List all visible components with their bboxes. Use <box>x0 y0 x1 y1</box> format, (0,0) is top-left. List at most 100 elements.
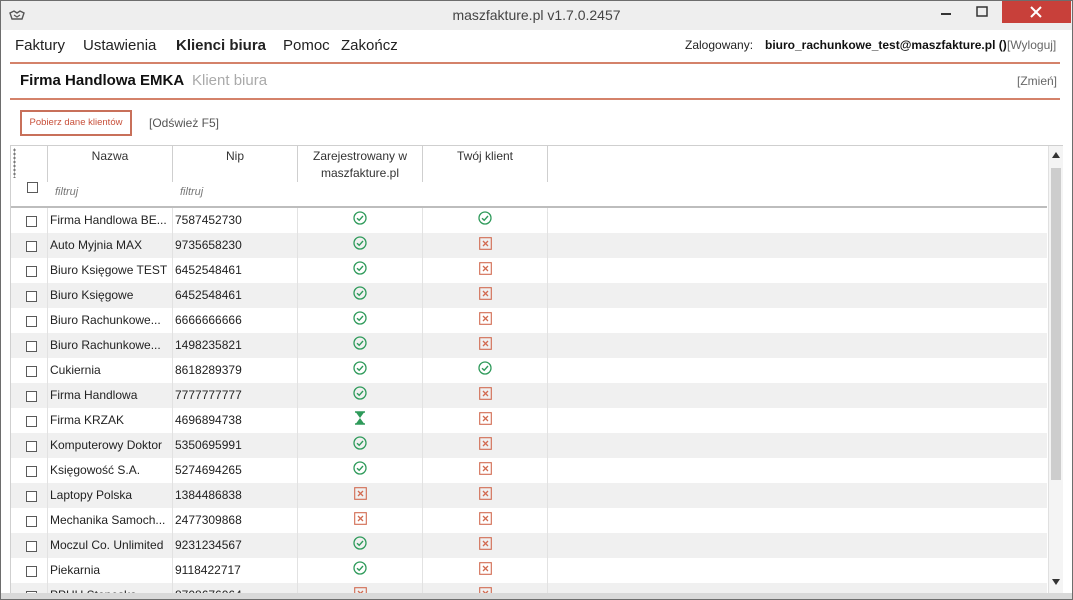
row-checkbox[interactable] <box>26 466 37 477</box>
table-header: Nazwa Nip Zarejestrowany w maszfakture.p… <box>11 146 1047 206</box>
cell-separator <box>547 283 548 308</box>
cell-separator <box>547 308 548 333</box>
row-checkbox[interactable] <box>26 366 37 377</box>
row-checkbox[interactable] <box>26 391 37 402</box>
vertical-scrollbar[interactable] <box>1048 146 1063 594</box>
cell-separator <box>547 458 548 483</box>
table-row[interactable]: Piekarnia 9118422717 <box>11 558 1047 583</box>
scrollbar-thumb[interactable] <box>1051 168 1061 480</box>
table-row[interactable]: Firma Handlowa 7777777777 <box>11 383 1047 408</box>
registered-status <box>298 333 422 358</box>
table-row[interactable]: Komputerowy Doktor 5350695991 <box>11 433 1047 458</box>
cell-separator <box>547 233 548 258</box>
row-checkbox[interactable] <box>26 291 37 302</box>
cell-separator <box>172 358 173 383</box>
current-company: Firma Handlowa EMKA <box>20 72 185 89</box>
row-checkbox[interactable] <box>26 316 37 327</box>
menu-item-klienci-biura[interactable]: Klienci biura <box>176 37 266 54</box>
client-name: Mechanika Samoch... <box>50 513 166 527</box>
your-client-status <box>423 433 547 458</box>
table-row[interactable]: Moczul Co. Unlimited 9231234567 <box>11 533 1047 558</box>
cell-separator <box>547 533 548 558</box>
fetch-clients-button[interactable]: Pobierz dane klientów <box>20 110 132 136</box>
cross-box-icon <box>478 259 492 283</box>
row-checkbox[interactable] <box>26 216 37 227</box>
row-checkbox[interactable] <box>26 441 37 452</box>
your-client-status <box>423 233 547 258</box>
cell-separator <box>172 258 173 283</box>
table-row[interactable]: Biuro Rachunkowe... 6666666666 <box>11 308 1047 333</box>
table-row[interactable]: Laptopy Polska 1384486838 <box>11 483 1047 508</box>
change-company-link[interactable]: [Zmień] <box>1017 74 1057 88</box>
refresh-link[interactable]: [Odśwież F5] <box>149 116 219 130</box>
column-separator <box>547 146 548 182</box>
registered-status <box>298 208 422 233</box>
column-header-your-client[interactable]: Twój klient <box>423 148 547 165</box>
cross-box-icon <box>478 534 492 558</box>
cell-separator <box>47 508 48 533</box>
registered-status <box>298 258 422 283</box>
registered-status <box>298 358 422 383</box>
cross-box-icon <box>478 459 492 483</box>
client-nip: 2477309868 <box>175 513 242 527</box>
cell-separator <box>547 558 548 583</box>
table-row[interactable]: Biuro Rachunkowe... 1498235821 <box>11 333 1047 358</box>
filter-nip-input[interactable]: filtruj <box>180 186 203 198</box>
drag-handle-icon[interactable] <box>13 148 16 178</box>
row-checkbox[interactable] <box>26 541 37 552</box>
row-checkbox[interactable] <box>26 266 37 277</box>
row-checkbox[interactable] <box>26 566 37 577</box>
cell-separator <box>172 508 173 533</box>
cell-separator <box>47 433 48 458</box>
filter-name-input[interactable]: filtruj <box>55 186 78 198</box>
table-row[interactable]: Firma Handlowa BE... 7587452730 <box>11 208 1047 233</box>
table-row[interactable]: Mechanika Samoch... 2477309868 <box>11 508 1047 533</box>
cell-separator <box>172 533 173 558</box>
row-checkbox[interactable] <box>26 491 37 502</box>
column-header-name[interactable]: Nazwa <box>48 148 172 165</box>
select-all-checkbox[interactable] <box>27 182 38 193</box>
your-client-status <box>423 408 547 433</box>
table-row[interactable]: Auto Myjnia MAX 9735658230 <box>11 233 1047 258</box>
client-name: Auto Myjnia MAX <box>50 238 143 252</box>
maximize-button[interactable] <box>967 1 997 23</box>
menu-item-faktury[interactable]: Faktury <box>15 37 65 54</box>
registered-status <box>298 233 422 258</box>
check-circle-icon <box>353 334 367 358</box>
table-row[interactable]: Cukiernia 8618289379 <box>11 358 1047 383</box>
cell-separator <box>547 383 548 408</box>
row-checkbox[interactable] <box>26 241 37 252</box>
row-checkbox[interactable] <box>26 341 37 352</box>
table-row[interactable]: Firma KRZAK 4696894738 <box>11 408 1047 433</box>
login-user: biuro_rachunkowe_test@maszfakture.pl () <box>765 38 1007 52</box>
cell-separator <box>47 333 48 358</box>
registered-status <box>298 558 422 583</box>
logout-link[interactable]: [Wyloguj] <box>1007 38 1056 52</box>
your-client-status <box>423 308 547 333</box>
table-row[interactable]: Księgowość S.A. 5274694265 <box>11 458 1047 483</box>
menu-item-ustawienia[interactable]: Ustawienia <box>83 37 156 54</box>
registered-status <box>298 458 422 483</box>
close-button[interactable] <box>1002 1 1071 23</box>
column-header-nip[interactable]: Nip <box>173 148 297 165</box>
client-nip: 9735658230 <box>175 238 242 252</box>
cross-box-icon <box>353 509 367 533</box>
minimize-button[interactable] <box>931 1 961 23</box>
cell-separator <box>47 483 48 508</box>
scroll-down-icon[interactable] <box>1052 579 1060 585</box>
cell-separator <box>47 458 48 483</box>
client-nip: 7777777777 <box>175 388 242 402</box>
row-checkbox[interactable] <box>26 416 37 427</box>
client-name: Piekarnia <box>50 563 101 577</box>
table-row[interactable]: Biuro Księgowe TEST 6452548461 <box>11 258 1047 283</box>
cell-separator <box>172 333 173 358</box>
menu-item-pomoc[interactable]: Pomoc <box>283 37 330 54</box>
table-row[interactable]: Biuro Księgowe 6452548461 <box>11 283 1047 308</box>
scroll-up-icon[interactable] <box>1052 152 1060 158</box>
client-name: Biuro Rachunkowe... <box>50 313 161 327</box>
client-nip: 6452548461 <box>175 263 242 277</box>
client-nip: 9118422717 <box>175 563 241 577</box>
menu-item-zakoncz[interactable]: Zakończ <box>341 37 398 54</box>
column-header-registered[interactable]: Zarejestrowany w maszfakture.pl <box>298 148 422 182</box>
row-checkbox[interactable] <box>26 516 37 527</box>
